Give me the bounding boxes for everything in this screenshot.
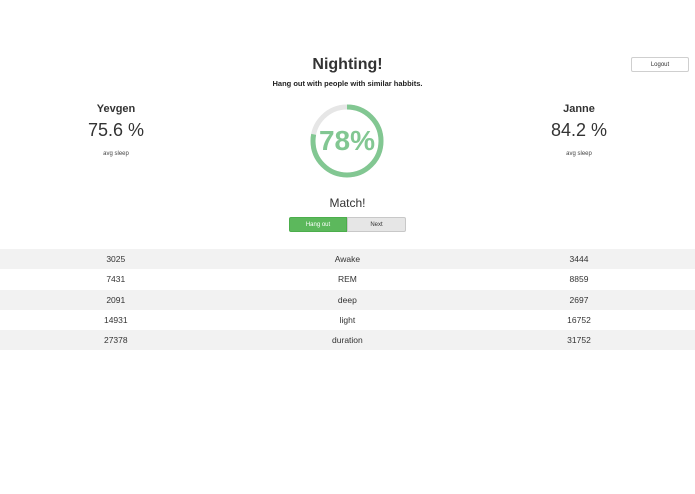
right-value: 2697	[569, 294, 589, 305]
stats-row: 2091 deep 2697	[0, 289, 695, 310]
next-button[interactable]: Next	[347, 217, 406, 232]
stats-row: 27378 duration 31752	[0, 330, 695, 351]
left-user-avg-sleep: 75.6 %	[87, 120, 145, 140]
match-gauge: 78%	[309, 103, 385, 179]
left-value: 2091	[106, 294, 126, 305]
logout-button[interactable]: Logout	[631, 57, 689, 72]
right-user-caption: avg sleep	[566, 151, 592, 157]
stats-row: 3025 Awake 3444	[0, 249, 695, 270]
right-value: 3444	[569, 254, 589, 265]
metric-label: deep	[337, 294, 357, 305]
right-user-name: Janne	[563, 103, 595, 115]
metric-label: Awake	[334, 254, 361, 265]
hang-out-button[interactable]: Hang out	[289, 217, 347, 232]
gauge-percentage: 78%	[318, 125, 376, 156]
left-user-caption: avg sleep	[103, 151, 129, 157]
metric-label: REM	[337, 274, 357, 285]
right-value: 31752	[567, 335, 591, 346]
left-value: 14931	[103, 315, 128, 326]
right-value: 8859	[569, 274, 589, 285]
stats-table: 3025 Awake 3444 7431 REM 8859 2091 deep …	[0, 249, 695, 351]
metric-label: light	[339, 315, 356, 326]
match-label: Match!	[329, 196, 366, 210]
stats-row: 14931 light 16752	[0, 309, 695, 331]
right-user-avg-sleep: 84.2 %	[550, 120, 608, 140]
left-value: 27378	[103, 335, 128, 346]
page-title: Nighting!	[312, 56, 383, 73]
right-value: 16752	[567, 315, 591, 326]
stats-row: 7431 REM 8859	[0, 269, 695, 290]
left-user-name: Yevgen	[96, 103, 136, 115]
left-value: 7431	[106, 274, 126, 285]
page-subtitle: Hang out with people with similar habbit…	[272, 79, 423, 88]
left-value: 3025	[106, 254, 126, 265]
metric-label: duration	[332, 335, 363, 346]
